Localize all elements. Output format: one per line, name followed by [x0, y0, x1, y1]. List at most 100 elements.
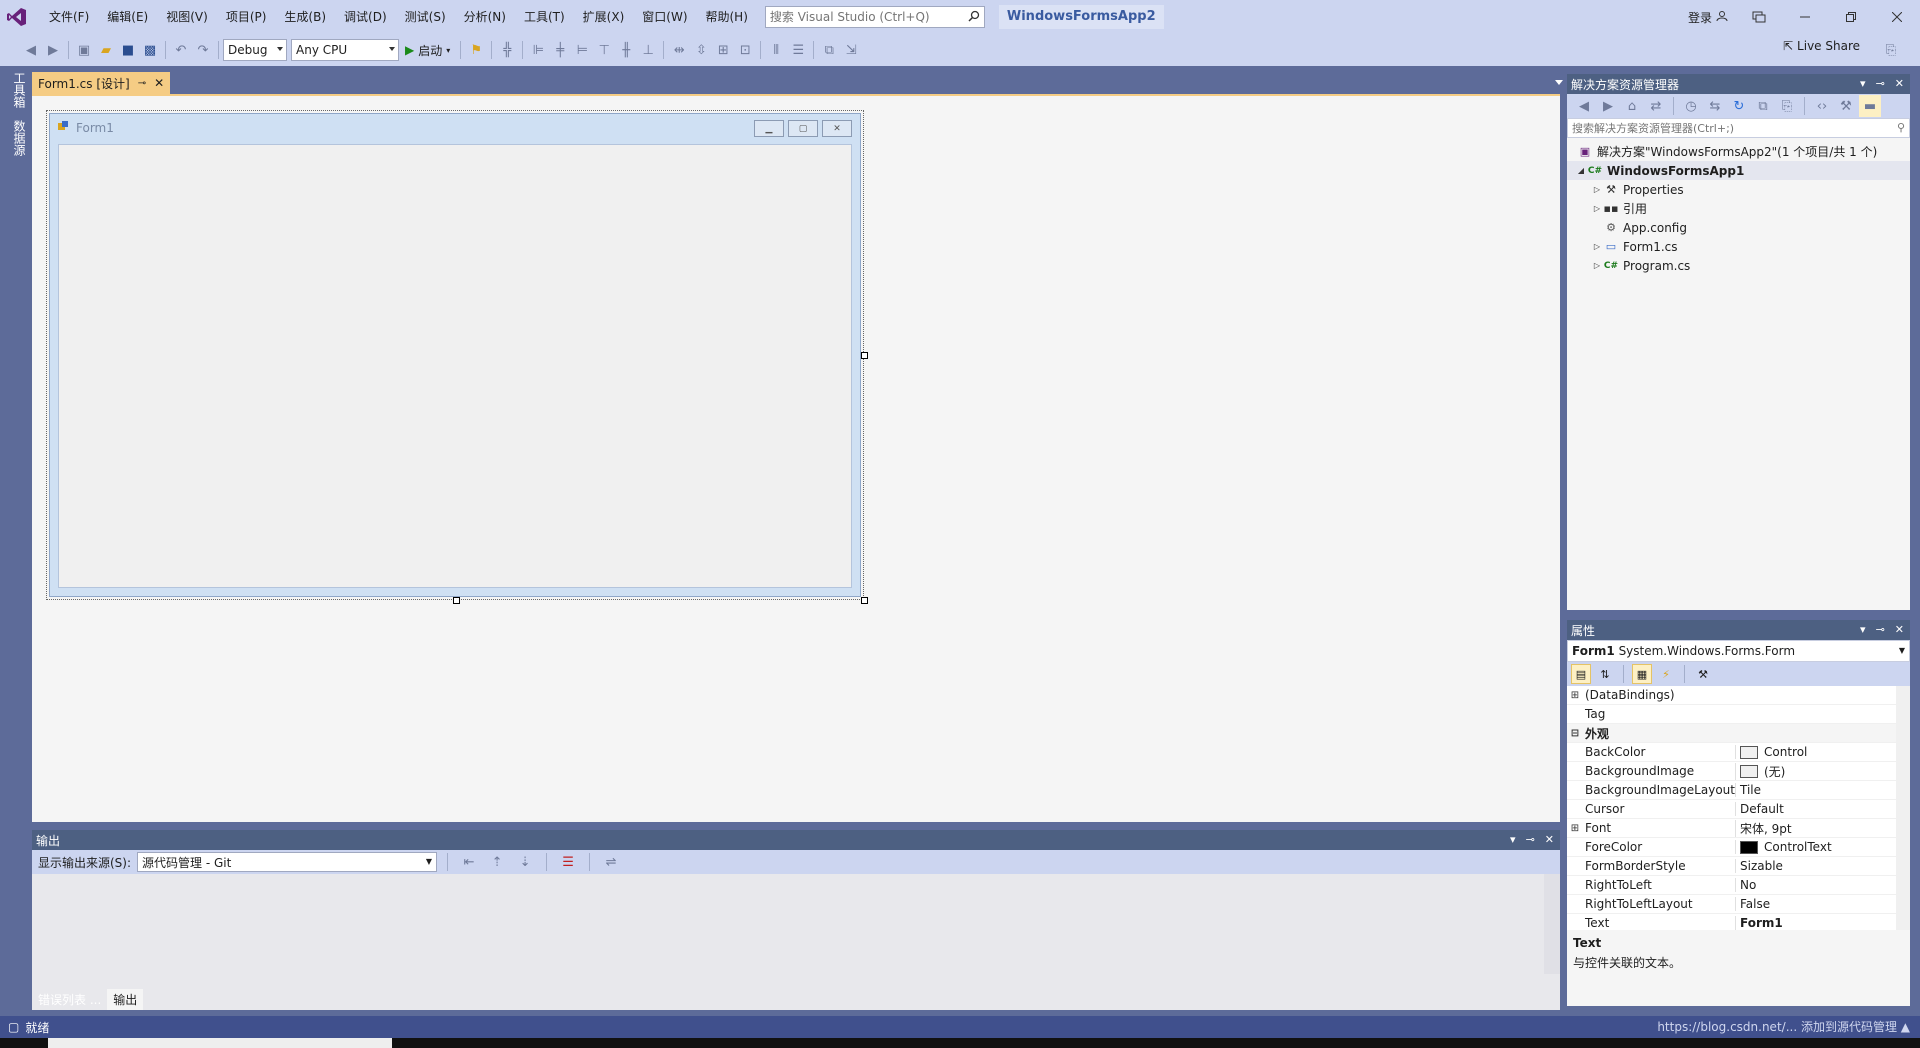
alphabetical-icon[interactable]: ⇅	[1595, 664, 1615, 684]
property-row[interactable]: RightToLeft No	[1567, 876, 1910, 895]
property-row[interactable]: BackgroundImage (无)	[1567, 762, 1910, 781]
property-value[interactable]: Default	[1735, 802, 1910, 816]
resize-handle-corner[interactable]	[861, 597, 868, 604]
align-rights-icon[interactable]: ⊨	[571, 39, 593, 61]
pin-icon[interactable]: ⊸	[1876, 623, 1885, 636]
solution-explorer-search[interactable]: ⚲	[1567, 118, 1910, 138]
output-text-area[interactable]	[32, 874, 1560, 990]
solution-search-input[interactable]	[1572, 121, 1872, 135]
property-row[interactable]: Tag	[1567, 705, 1910, 724]
chevron-down-icon[interactable]: ▾	[1510, 833, 1516, 846]
designer-form[interactable]: Form1 ▁ ▢ ✕	[49, 113, 861, 597]
browser-link-icon[interactable]: ⚑	[465, 39, 487, 61]
align-to-grid-icon[interactable]: ╬	[496, 39, 518, 61]
tree-item[interactable]: ▷ ⚒ Properties	[1567, 180, 1910, 199]
clear-all-icon[interactable]: ☰	[557, 851, 579, 873]
toolbox-tab[interactable]: 工具箱	[0, 66, 28, 114]
restore-button[interactable]	[1828, 0, 1874, 34]
object-selector[interactable]: Form1 System.Windows.Forms.Form ▼	[1567, 640, 1910, 662]
find-message-icon[interactable]: ⇤	[458, 851, 480, 873]
property-row[interactable]: FormBorderStyle Sizable	[1567, 857, 1910, 876]
previous-message-icon[interactable]: ⇡	[486, 851, 508, 873]
menu-item-6[interactable]: 测试(S)	[396, 5, 455, 29]
property-pages-wrench-icon[interactable]: ⚒	[1693, 664, 1713, 684]
property-value[interactable]: (无)	[1735, 762, 1910, 780]
property-row[interactable]: ⊞ Font 宋体, 9pt	[1567, 819, 1910, 838]
expand-arrow-icon[interactable]: ▷	[1591, 241, 1603, 253]
close-icon[interactable]: ✕	[1545, 833, 1554, 846]
close-icon[interactable]: ✕	[1895, 77, 1904, 90]
property-value[interactable]: Control	[1735, 745, 1910, 759]
tree-solution-node[interactable]: ▣ 解决方案"WindowsFormsApp2"(1 个项目/共 1 个)	[1567, 142, 1910, 161]
refresh-icon[interactable]: ↻	[1728, 95, 1750, 117]
collapse-all-icon[interactable]: ⧉	[1752, 95, 1774, 117]
open-file-icon[interactable]: ▰	[95, 39, 117, 61]
menu-item-5[interactable]: 调试(D)	[335, 5, 396, 29]
taskbar-app[interactable]	[48, 1038, 392, 1048]
close-icon[interactable]: ✕	[1895, 623, 1904, 636]
expand-toggle-icon[interactable]: ⊞	[1567, 690, 1583, 701]
visual-studio-logo-icon[interactable]	[0, 0, 34, 34]
properties-wrench-icon[interactable]: ⚒	[1835, 95, 1857, 117]
tree-item[interactable]: ▷ C# Program.cs	[1567, 256, 1910, 275]
redo-icon[interactable]: ↷	[192, 39, 214, 61]
property-row[interactable]: ⊞ (DataBindings)	[1567, 686, 1910, 705]
save-icon[interactable]: ■	[117, 39, 139, 61]
new-project-icon[interactable]: ▣	[73, 39, 95, 61]
properties-view-icon[interactable]: ▦	[1632, 664, 1652, 684]
show-all-files-icon[interactable]: ⎘	[1776, 95, 1798, 117]
feedback-icon[interactable]: ⎘	[1880, 39, 1902, 61]
pin-icon[interactable]: ⊸	[138, 78, 146, 89]
search-input[interactable]	[769, 10, 960, 24]
make-same-size-icon[interactable]: ⊡	[734, 39, 756, 61]
property-value[interactable]: ControlText	[1735, 840, 1910, 854]
undo-icon[interactable]: ↶	[170, 39, 192, 61]
tab-error-list[interactable]: 错误列表 ...	[32, 989, 107, 1010]
close-icon[interactable]: ✕	[154, 76, 164, 90]
pin-icon[interactable]: ⊸	[1876, 77, 1885, 90]
bring-to-front-icon[interactable]: ⧉	[818, 39, 840, 61]
property-row[interactable]: Cursor Default	[1567, 800, 1910, 819]
align-bottoms-icon[interactable]: ⊥	[637, 39, 659, 61]
search-icon[interactable]: ⚲	[1897, 121, 1905, 134]
property-value[interactable]: Sizable	[1735, 859, 1910, 873]
property-value[interactable]: Form1	[1735, 916, 1910, 930]
menu-item-1[interactable]: 编辑(E)	[98, 5, 157, 29]
align-lefts-icon[interactable]: ⊫	[527, 39, 549, 61]
property-row[interactable]: BackColor Control	[1567, 743, 1910, 762]
property-category[interactable]: ⊟ 外观	[1567, 724, 1910, 743]
menu-item-4[interactable]: 生成(B)	[275, 5, 335, 29]
tab-order-icon[interactable]: ⇲	[840, 39, 862, 61]
signin-button[interactable]: 登录	[1688, 9, 1728, 26]
property-row[interactable]: ForeColor ControlText	[1567, 838, 1910, 857]
back-icon[interactable]: ◀	[1573, 95, 1595, 117]
expand-arrow-icon[interactable]: ▷	[1591, 203, 1603, 215]
menu-item-9[interactable]: 扩展(X)	[574, 5, 634, 29]
menu-item-2[interactable]: 视图(V)	[157, 5, 217, 29]
datasources-tab[interactable]: 数据源	[0, 114, 28, 162]
tree-item[interactable]: ▷ ▭ Form1.cs	[1567, 237, 1910, 256]
output-source-select[interactable]: 源代码管理 - Git ▼	[137, 852, 438, 872]
tab-output[interactable]: 输出	[107, 988, 144, 1010]
categorized-icon[interactable]: ▤	[1571, 664, 1591, 684]
menu-item-11[interactable]: 帮助(H)	[697, 5, 757, 29]
back-icon[interactable]: ◀	[20, 39, 42, 61]
forward-icon[interactable]: ▶	[1597, 95, 1619, 117]
property-value[interactable]: No	[1735, 878, 1910, 892]
forward-icon[interactable]: ▶	[42, 39, 64, 61]
resize-handle-right[interactable]	[861, 352, 868, 359]
output-scrollbar[interactable]	[1544, 874, 1560, 974]
menu-item-0[interactable]: 文件(F)	[40, 5, 98, 29]
property-value[interactable]: False	[1735, 897, 1910, 911]
search-icon[interactable]	[968, 10, 980, 25]
source-control-status[interactable]: https://blog.csdn.net/... 添加到源代码管理 ▲	[1657, 1018, 1910, 1035]
menu-item-10[interactable]: 窗口(W)	[633, 5, 696, 29]
expand-toggle-icon[interactable]: ⊞	[1567, 823, 1583, 834]
align-middles-icon[interactable]: ╫	[615, 39, 637, 61]
chevron-down-icon[interactable]: ▾	[1860, 623, 1866, 636]
minimize-button[interactable]	[1782, 0, 1828, 34]
home-icon[interactable]: ⌂	[1621, 95, 1643, 117]
property-grid-scrollbar[interactable]	[1896, 686, 1910, 930]
expand-toggle-icon[interactable]: ⊟	[1567, 728, 1583, 739]
make-same-height-icon[interactable]: ⇳	[690, 39, 712, 61]
